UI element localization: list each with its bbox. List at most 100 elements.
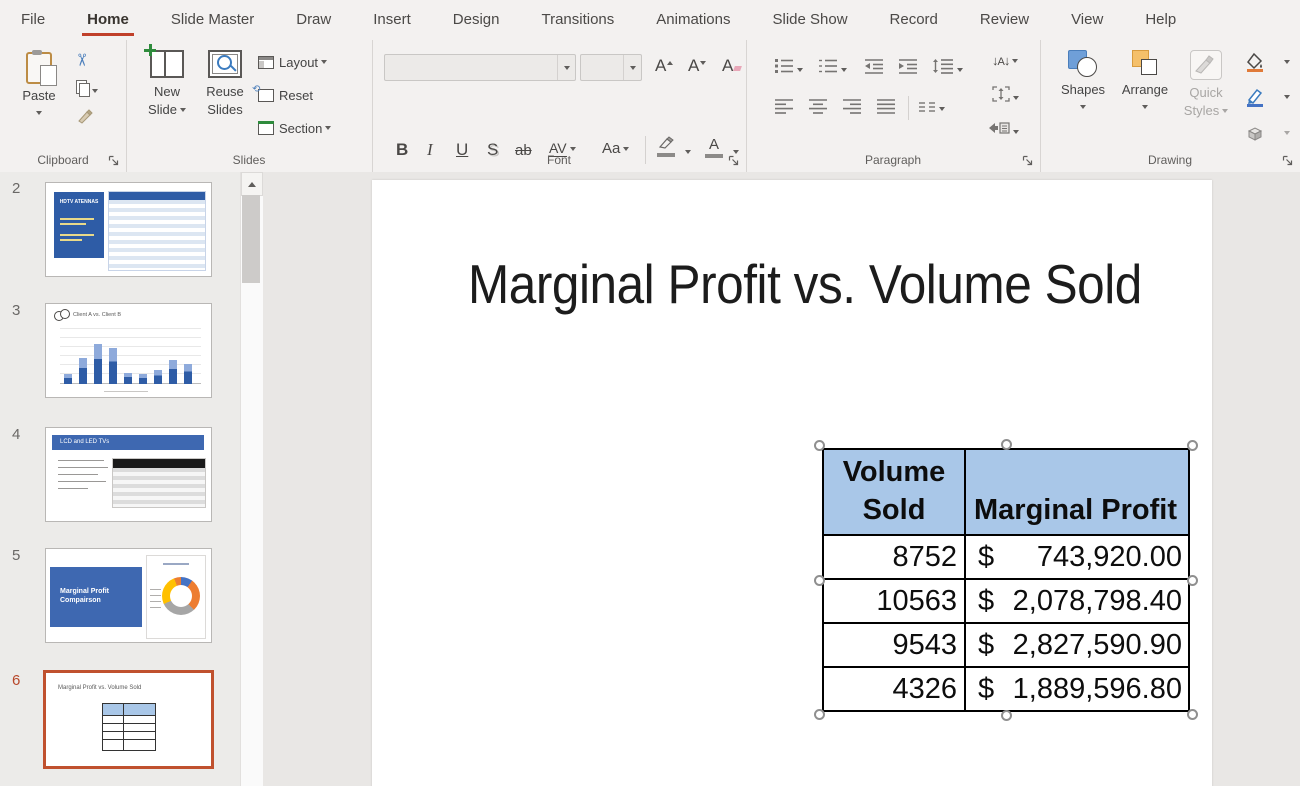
text-direction-icon: ↓A↓ bbox=[992, 53, 1009, 68]
slide-5-thumbnail[interactable]: Marginal Profit Compairson bbox=[45, 548, 212, 643]
menu-bar: File Home Slide Master Draw Insert Desig… bbox=[0, 0, 1300, 41]
font-size-chevron[interactable] bbox=[623, 55, 641, 80]
layout-button[interactable]: Layout bbox=[258, 52, 327, 72]
tab-transitions[interactable]: Transitions bbox=[520, 0, 635, 40]
tab-slide-master[interactable]: Slide Master bbox=[150, 0, 275, 40]
data-table[interactable]: Volume Sold Marginal Profit 8752 $743,92… bbox=[822, 448, 1190, 712]
selection-handle-top-right[interactable] bbox=[1187, 440, 1198, 451]
smartart-icon bbox=[988, 120, 1010, 136]
numbering-button[interactable] bbox=[818, 58, 847, 79]
tab-slide-show[interactable]: Slide Show bbox=[751, 0, 868, 40]
table-cell-profit[interactable]: $2,078,798.40 bbox=[966, 580, 1188, 622]
table-cell-profit[interactable]: $1,889,596.80 bbox=[966, 668, 1188, 710]
quick-styles-button[interactable]: Quick Styles bbox=[1178, 50, 1234, 120]
table-header-volume[interactable]: Volume Sold bbox=[824, 450, 964, 534]
new-slide-icon bbox=[150, 50, 184, 78]
font-name-chevron[interactable] bbox=[557, 55, 575, 80]
clipboard-dialog-launcher[interactable] bbox=[108, 154, 120, 166]
slide-2-number: 2 bbox=[12, 180, 20, 197]
reuse-slides-button[interactable]: Reuse Slides bbox=[196, 50, 254, 119]
font-size-combobox[interactable] bbox=[580, 54, 642, 81]
selection-handle-bottom-right[interactable] bbox=[1187, 709, 1198, 720]
shapes-button[interactable]: Shapes bbox=[1054, 50, 1112, 116]
cut-button[interactable]: ✂ bbox=[74, 50, 88, 70]
shape-effects-button[interactable] bbox=[1245, 124, 1295, 146]
slide-title[interactable]: Marginal Profit vs. Volume Sold bbox=[468, 252, 1142, 316]
convert-smartart-button[interactable] bbox=[988, 120, 1019, 141]
new-slide-button[interactable]: New Slide bbox=[138, 50, 196, 119]
table-cell-volume[interactable]: 10563 bbox=[824, 580, 964, 622]
reset-button[interactable]: Reset bbox=[258, 85, 313, 105]
shape-outline-icon bbox=[1245, 87, 1265, 107]
slide-2-thumbnail[interactable]: HDTV ATENNAS bbox=[45, 182, 212, 277]
drawing-group: Shapes Arrange Quick Styles bbox=[1040, 40, 1300, 172]
selection-handle-middle-right[interactable] bbox=[1187, 575, 1198, 586]
line-spacing-button[interactable] bbox=[932, 58, 963, 79]
selection-handle-top-left[interactable] bbox=[814, 440, 825, 451]
tab-design[interactable]: Design bbox=[432, 0, 521, 40]
table-header-profit[interactable]: Marginal Profit bbox=[966, 450, 1188, 534]
tab-animations[interactable]: Animations bbox=[635, 0, 751, 40]
clear-formatting-button[interactable]: A bbox=[722, 56, 741, 76]
drawing-dialog-launcher[interactable] bbox=[1282, 154, 1294, 166]
font-dialog-launcher[interactable] bbox=[728, 154, 740, 166]
paragraph-dialog-launcher[interactable] bbox=[1022, 154, 1034, 166]
table-cell-volume[interactable]: 9543 bbox=[824, 624, 964, 666]
copy-button[interactable] bbox=[76, 80, 98, 100]
columns-button[interactable] bbox=[918, 100, 945, 118]
arrange-button[interactable]: Arrange bbox=[1116, 50, 1174, 116]
tab-view[interactable]: View bbox=[1050, 0, 1124, 40]
slide-4-thumbnail[interactable]: LCD and LED TVs bbox=[45, 427, 212, 522]
tab-review[interactable]: Review bbox=[959, 0, 1050, 40]
shrink-font-button[interactable]: A bbox=[688, 56, 706, 76]
slides-group: New Slide Reuse Slides Layout Reset Sect… bbox=[126, 40, 373, 172]
format-painter-button[interactable] bbox=[76, 108, 94, 129]
table-cell-volume[interactable]: 8752 bbox=[824, 536, 964, 578]
reset-icon bbox=[258, 89, 274, 102]
align-center-button[interactable] bbox=[808, 98, 828, 119]
selection-handle-bottom-left[interactable] bbox=[814, 709, 825, 720]
columns-icon bbox=[918, 101, 936, 113]
align-text-button[interactable] bbox=[992, 86, 1019, 107]
tab-insert[interactable]: Insert bbox=[352, 0, 432, 40]
font-group: A A A B I U S ab AV Aa bbox=[372, 40, 747, 172]
thumbnail-title-ribbon: HDTV ATENNAS bbox=[54, 192, 104, 258]
tab-draw[interactable]: Draw bbox=[275, 0, 352, 40]
highlighter-icon bbox=[657, 138, 675, 151]
paste-button[interactable]: Paste bbox=[12, 52, 66, 122]
justify-button[interactable] bbox=[876, 98, 896, 119]
copy-icon bbox=[76, 80, 89, 95]
align-right-button[interactable] bbox=[842, 98, 862, 119]
scrollbar-thumb[interactable] bbox=[242, 195, 260, 283]
increase-indent-button[interactable] bbox=[898, 58, 918, 79]
text-direction-button[interactable]: ↓A↓ bbox=[992, 52, 1018, 70]
bullets-button[interactable] bbox=[774, 58, 803, 79]
tab-file[interactable]: File bbox=[0, 0, 66, 40]
slide-table-container[interactable]: Volume Sold Marginal Profit 8752 $743,92… bbox=[822, 448, 1190, 712]
shape-fill-button[interactable] bbox=[1245, 52, 1295, 74]
selection-handle-bottom-center[interactable] bbox=[1001, 710, 1012, 721]
section-button[interactable]: Section bbox=[258, 118, 331, 138]
paragraph-group-label: Paragraph bbox=[746, 153, 1040, 167]
bullets-chevron bbox=[797, 68, 803, 72]
table-cell-profit[interactable]: $2,827,590.90 bbox=[966, 624, 1188, 666]
thumbnail-title-ribbon: Marginal Profit Compairson bbox=[50, 567, 142, 627]
thumbnail-scrollbar[interactable] bbox=[240, 172, 264, 786]
slide-3-thumbnail[interactable]: Client A vs. Client B bbox=[45, 303, 212, 398]
slide-6-thumbnail-selected[interactable]: Marginal Profit vs. Volume Sold bbox=[43, 670, 214, 769]
selection-handle-top-center[interactable] bbox=[1001, 439, 1012, 450]
slide-canvas[interactable]: Marginal Profit vs. Volume Sold Volume S… bbox=[372, 180, 1212, 786]
grow-font-button[interactable]: A bbox=[655, 56, 673, 76]
table-cell-volume[interactable]: 4326 bbox=[824, 668, 964, 710]
align-left-button[interactable] bbox=[774, 98, 794, 119]
font-name-combobox[interactable] bbox=[384, 54, 576, 81]
table-cell-profit[interactable]: $743,920.00 bbox=[966, 536, 1188, 578]
tab-record[interactable]: Record bbox=[869, 0, 959, 40]
tab-help[interactable]: Help bbox=[1124, 0, 1197, 40]
tab-home[interactable]: Home bbox=[66, 0, 150, 40]
selection-handle-middle-left[interactable] bbox=[814, 575, 825, 586]
shape-outline-button[interactable] bbox=[1245, 87, 1295, 109]
decrease-indent-button[interactable] bbox=[864, 58, 884, 79]
scrollbar-up-button[interactable] bbox=[241, 172, 263, 196]
shape-effects-icon bbox=[1245, 124, 1265, 142]
